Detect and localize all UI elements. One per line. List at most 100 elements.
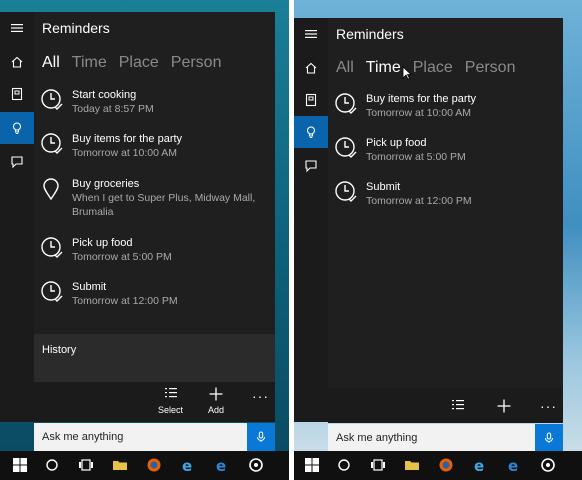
reminder-title: Start cooking <box>72 89 137 101</box>
svg-text:e: e <box>216 457 226 473</box>
more-button[interactable]: ··· <box>252 388 269 404</box>
microphone-button[interactable] <box>535 424 563 451</box>
hamburger-icon[interactable] <box>0 12 34 44</box>
edge-icon[interactable]: e <box>214 457 230 473</box>
location-pin-icon <box>43 178 59 201</box>
list-item[interactable]: Buy groceries When I get to Super Plus, M… <box>40 177 255 219</box>
firefox-icon[interactable] <box>438 457 454 473</box>
internet-explorer-icon[interactable]: e <box>472 457 488 473</box>
reminder-time: Tomorrow at 5:00 PM <box>72 251 172 263</box>
lightbulb-icon[interactable] <box>0 112 34 144</box>
select-button[interactable]: Select <box>158 386 183 415</box>
clock-check-icon <box>41 133 63 154</box>
reminders-pane: Reminders All Time Place Person Buy item… <box>328 18 563 423</box>
search-placeholder: Ask me anything <box>336 432 418 444</box>
reminder-title: Buy items for the party <box>366 93 477 105</box>
list-item[interactable]: Submit Tomorrow at 12:00 PM <box>334 180 472 208</box>
tab-time[interactable]: Time <box>366 59 401 77</box>
tab-time[interactable]: Time <box>72 54 107 72</box>
internet-explorer-icon[interactable]: e <box>180 457 196 473</box>
command-bar: ··· <box>328 388 563 423</box>
firefox-icon[interactable] <box>146 457 162 473</box>
tab-place[interactable]: Place <box>413 59 453 77</box>
taskbar: e e <box>294 451 582 480</box>
home-icon[interactable] <box>294 52 328 84</box>
reminder-time: Tomorrow at 12:00 PM <box>72 295 178 307</box>
page-title: Reminders <box>42 20 110 36</box>
select-list-icon <box>164 388 177 398</box>
reminder-place-line2: Brumalia <box>72 206 114 218</box>
tab-place[interactable]: Place <box>119 54 159 72</box>
clock-check-icon <box>335 181 357 202</box>
reminder-time: Tomorrow at 5:00 PM <box>366 151 466 163</box>
svg-text:e: e <box>474 457 484 473</box>
file-explorer-icon[interactable] <box>112 457 128 473</box>
svg-text:e: e <box>182 457 192 473</box>
page-title: Reminders <box>336 26 404 42</box>
clock-check-icon <box>41 281 63 302</box>
tab-all[interactable]: All <box>336 59 354 77</box>
cortana-panel-right: Reminders All Time Place Person Buy item… <box>294 0 582 451</box>
add-button[interactable] <box>496 398 512 414</box>
task-view-icon[interactable] <box>370 457 386 473</box>
windows-start-icon[interactable] <box>12 457 28 473</box>
reminder-title: Submit <box>72 281 107 293</box>
cortana-circle-icon[interactable] <box>44 457 60 473</box>
notebook-icon[interactable] <box>294 84 328 116</box>
windows-start-icon[interactable] <box>304 457 320 473</box>
cortana-panel-left: Reminders All Time Place Person Start co… <box>0 0 289 451</box>
search-placeholder: Ask me anything <box>42 431 124 443</box>
taskbar: e e <box>0 451 289 480</box>
svg-text:e: e <box>508 457 518 473</box>
list-item[interactable]: Buy items for the party Tomorrow at 10:00… <box>40 132 182 160</box>
cortana-circle-icon[interactable] <box>336 457 352 473</box>
clock-check-icon <box>41 237 63 258</box>
list-item[interactable]: Pick up food Tomorrow at 5:00 PM <box>40 236 172 264</box>
list-item[interactable]: Buy items for the party Tomorrow at 10:00… <box>334 92 476 120</box>
reminder-title: Pick up food <box>366 137 427 149</box>
reminder-title: Buy groceries <box>72 178 140 190</box>
groove-icon[interactable] <box>540 457 556 473</box>
add-label: Add <box>208 405 225 415</box>
reminder-tabs: All Time Place Person <box>42 54 221 72</box>
clock-check-icon <box>335 137 357 158</box>
plus-icon <box>209 387 223 401</box>
list-item[interactable]: Start cooking Today at 8:57 PM <box>40 88 154 116</box>
lightbulb-icon[interactable] <box>294 116 328 148</box>
edge-icon[interactable]: e <box>506 457 522 473</box>
feedback-icon[interactable] <box>0 146 34 178</box>
groove-icon[interactable] <box>248 457 264 473</box>
more-button[interactable]: ··· <box>540 398 557 414</box>
microphone-button[interactable] <box>247 423 275 451</box>
feedback-icon[interactable] <box>294 150 328 182</box>
history-section[interactable]: History <box>34 334 275 382</box>
reminder-time: Tomorrow at 10:00 AM <box>366 107 472 119</box>
reminder-title: Buy items for the party <box>72 133 183 145</box>
plus-icon <box>497 399 511 413</box>
microphone-icon <box>257 431 265 442</box>
tab-person[interactable]: Person <box>171 54 222 72</box>
tab-person[interactable]: Person <box>465 59 516 77</box>
list-item[interactable]: Pick up food Tomorrow at 5:00 PM <box>334 136 466 164</box>
home-icon[interactable] <box>0 46 34 78</box>
reminder-time: Tomorrow at 12:00 PM <box>366 195 472 207</box>
add-button[interactable]: Add <box>208 386 224 415</box>
hamburger-icon[interactable] <box>294 18 328 50</box>
search-input[interactable]: Ask me anything <box>34 423 275 451</box>
notebook-icon[interactable] <box>0 78 34 110</box>
cortana-sidebar <box>0 12 34 422</box>
select-button[interactable] <box>450 398 466 414</box>
search-input[interactable]: Ask me anything <box>328 424 563 451</box>
cortana-sidebar <box>294 18 328 422</box>
reminder-time: Tomorrow at 10:00 AM <box>72 147 178 159</box>
microphone-icon <box>545 432 553 443</box>
task-view-icon[interactable] <box>78 457 94 473</box>
select-label: Select <box>158 405 184 415</box>
file-explorer-icon[interactable] <box>404 457 420 473</box>
select-list-icon <box>452 400 464 410</box>
tab-all[interactable]: All <box>42 54 60 72</box>
list-item[interactable]: Submit Tomorrow at 12:00 PM <box>40 280 178 308</box>
clock-check-icon <box>335 93 357 114</box>
reminder-tabs: All Time Place Person <box>336 59 515 77</box>
clock-check-icon <box>41 89 63 110</box>
